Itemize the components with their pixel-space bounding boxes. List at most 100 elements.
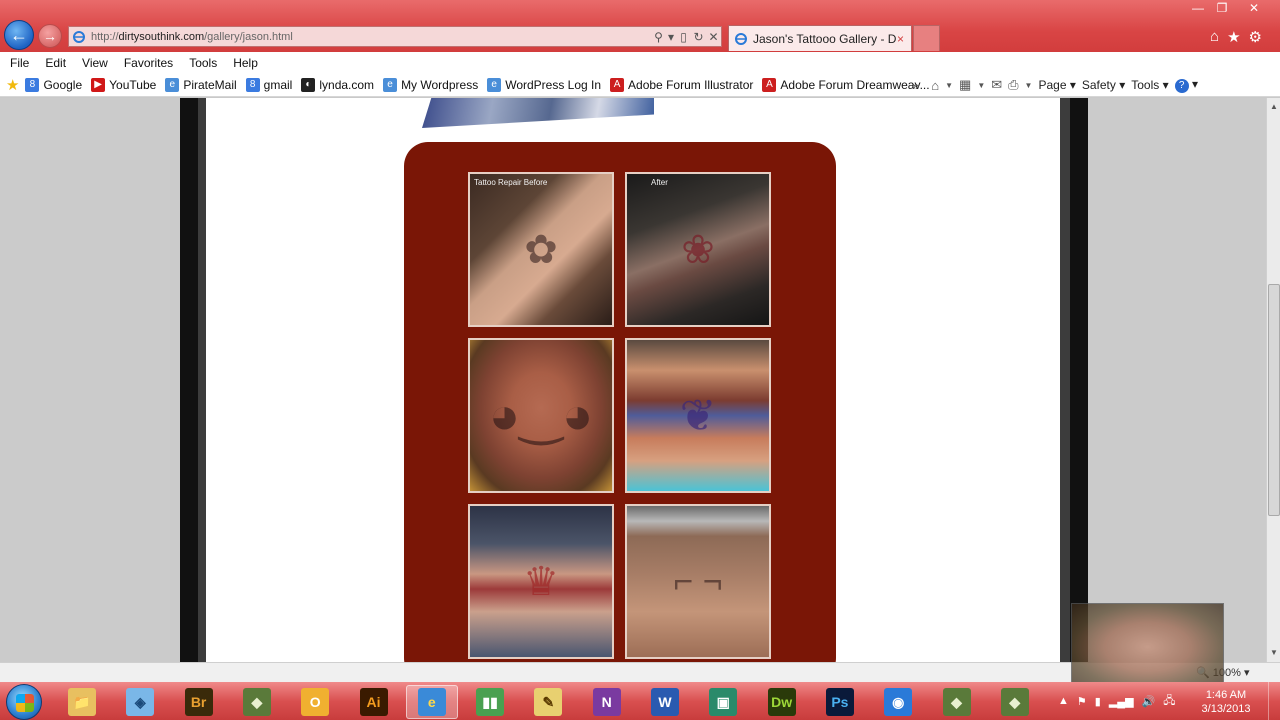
home-icon[interactable]: ⌂ [1210,28,1219,46]
windows-taskbar: 📁 ◈ Br ◆ O Ai e ▮▮ ✎ N W ▣ Dw Ps ◉ ◆ ◆ ▲ ⚑ ▮ ▂▄▆ 🔊 🖧 1:4… [0,682,1280,720]
tools-menu[interactable]: Tools ▾ [1131,78,1168,92]
scroll-down-arrow-icon[interactable]: ▼ [1267,646,1280,660]
webcam-overlay [1071,603,1224,683]
taskbar-internet-explorer-button[interactable]: e [405,685,458,719]
clock[interactable]: 1:46 AM 3/13/2013 [1196,688,1256,716]
safety-menu[interactable]: Safety ▾ [1082,78,1125,92]
help-menu[interactable]: ? ▾ [1174,77,1198,93]
gallery-thumbnail-after[interactable]: After ❀ [625,172,771,327]
ie-page-icon [73,30,85,43]
minimize-button[interactable]: — [1186,0,1210,17]
page-menu[interactable]: Page ▾ [1038,78,1075,92]
taskbar-dreamweaver-button[interactable]: Dw [756,685,808,719]
menu-favorites[interactable]: Favorites [124,56,173,70]
more-favorites-icon[interactable]: » [912,78,919,93]
menu-tools[interactable]: Tools [189,56,217,70]
favorite-link[interactable]: A Adobe Forum Illustrator [610,77,753,92]
gear-icon[interactable]: ⚙ [1249,28,1262,46]
gallery-thumbnail-before[interactable]: Tattoo Repair Before ✿ [468,172,614,327]
taskbar-explorer-button[interactable]: 📁 [56,685,108,719]
project-icon: ▮▮ [476,688,505,716]
browser-tab[interactable]: Jason's Tattooo Gallery - Di... × [728,25,912,51]
forward-button[interactable]: → [38,24,62,48]
show-desktop-button[interactable] [1268,682,1280,720]
taskbar-app-green-2-button[interactable]: ◆ [931,685,983,719]
taskbar-onenote-button[interactable]: N [581,685,633,719]
favorites-bar: ★ 8 Google ▶ YouTube e PirateMail 8 gmail ◐ lynda… [0,73,1280,97]
rose-tattoo-sketch: ✿ [524,227,558,272]
chevron-down-icon[interactable]: ▼ [977,81,985,90]
maximize-button[interactable]: ❐ [1210,0,1234,17]
taskbar-project-button[interactable]: ▮▮ [464,685,516,719]
gallery-thumbnail-back-eagle[interactable]: ❦ [625,338,771,493]
favorite-label: Google [43,77,83,92]
battery-icon[interactable]: ▮ [1095,695,1101,708]
show-hidden-icons-icon[interactable]: ▲ [1058,695,1069,707]
favorite-link[interactable]: 8 gmail [245,77,293,92]
favorite-link[interactable]: e My Wordpress [383,77,478,92]
taskbar-publisher-button[interactable]: ▣ [697,685,749,719]
taskbar-app-green-button[interactable]: ◆ [231,685,283,719]
favorite-label: gmail [263,77,293,92]
page-body: Tattoo Repair Before ✿ After ❀ ◕‿◕ ❦ ♛ ⌐… [206,98,1060,662]
print-icon[interactable]: ⎙ [1008,77,1018,93]
gallery-thumbnail-pinup[interactable]: ♛ [468,504,614,659]
eagle-tattoo: ❦ [679,391,717,440]
taskbar-photoshop-button[interactable]: Ps [814,685,866,719]
search-icon[interactable]: ⚲ [651,30,666,44]
word-icon: W [651,688,679,716]
stop-icon[interactable]: ✕ [706,30,721,44]
compatibility-view-icon[interactable]: ▯ [676,30,691,44]
dropdown-arrow-icon[interactable]: ▾ [666,30,676,44]
menu-view[interactable]: View [82,56,108,70]
close-window-button[interactable]: ✕ [1234,0,1274,17]
vertical-scrollbar[interactable]: ▲ ▼ [1266,98,1280,662]
back-button[interactable]: ← [4,20,34,50]
favorite-link[interactable]: e WordPress Log In [487,77,602,92]
start-button[interactable] [6,684,42,720]
favorites-add-star-icon[interactable]: ★ [6,76,19,94]
signal-icon[interactable]: ▂▄▆ [1109,695,1134,708]
rose-tattoo: ❀ [681,227,715,272]
menu-file[interactable]: File [10,56,29,70]
favorite-link[interactable]: e PirateMail [165,77,237,92]
favorite-label: WordPress Log In [505,77,602,92]
home-icon[interactable]: ⌂ [931,78,939,93]
taskbar-app-green-3-button[interactable]: ◆ [989,685,1041,719]
gallery-thumbnail-pistols[interactable]: ⌐ ¬ [625,504,771,659]
url-text[interactable]: http://dirtysouthink.com/gallery/jason.h… [91,31,651,43]
favorite-link[interactable]: ◐ lynda.com [301,77,374,92]
network-icon[interactable]: 🖧 [1163,692,1175,711]
taskbar-network-button[interactable]: ◈ [114,685,166,719]
address-bar[interactable]: http://dirtysouthink.com/gallery/jason.h… [68,26,722,47]
chevron-down-icon[interactable]: ▼ [945,81,953,90]
tab-close-icon[interactable]: × [897,32,911,46]
action-center-flag-icon[interactable]: ⚑ [1077,695,1087,708]
gallery-thumbnail-dog-portrait[interactable]: ◕‿◕ [468,338,614,493]
taskbar-word-button[interactable]: W [639,685,691,719]
taskbar-outlook-button[interactable]: O [289,685,341,719]
scroll-up-arrow-icon[interactable]: ▲ [1267,100,1280,114]
url-domain: dirtysouthink.com [118,30,205,43]
taskbar-bridge-button[interactable]: Br [173,685,225,719]
volume-icon[interactable]: 🔊 [1142,695,1156,708]
pinup-tattoo: ♛ [523,559,559,604]
favorite-link[interactable]: A Adobe Forum Dreamweav... [762,77,930,92]
new-tab-button[interactable] [913,25,940,51]
menu-help[interactable]: Help [233,56,258,70]
rss-feed-icon[interactable]: ▦ [959,77,971,93]
taskbar-illustrator-button[interactable]: Ai [348,685,400,719]
menu-edit[interactable]: Edit [45,56,66,70]
url-prefix: http:// [91,30,119,43]
refresh-icon[interactable]: ↻ [691,30,706,44]
favorite-link[interactable]: 8 Google [25,77,83,92]
taskbar-paint-button[interactable]: ✎ [522,685,574,719]
photoshop-icon: Ps [825,688,854,716]
favorites-star-icon[interactable]: ★ [1227,28,1240,46]
taskbar-sync-button[interactable]: ◉ [872,685,924,719]
outlook-icon: O [301,688,330,716]
mail-icon[interactable]: ✉ [991,77,1002,93]
scrollbar-thumb[interactable] [1268,284,1280,516]
chevron-down-icon[interactable]: ▼ [1025,81,1033,90]
favorite-link[interactable]: ▶ YouTube [91,77,156,92]
